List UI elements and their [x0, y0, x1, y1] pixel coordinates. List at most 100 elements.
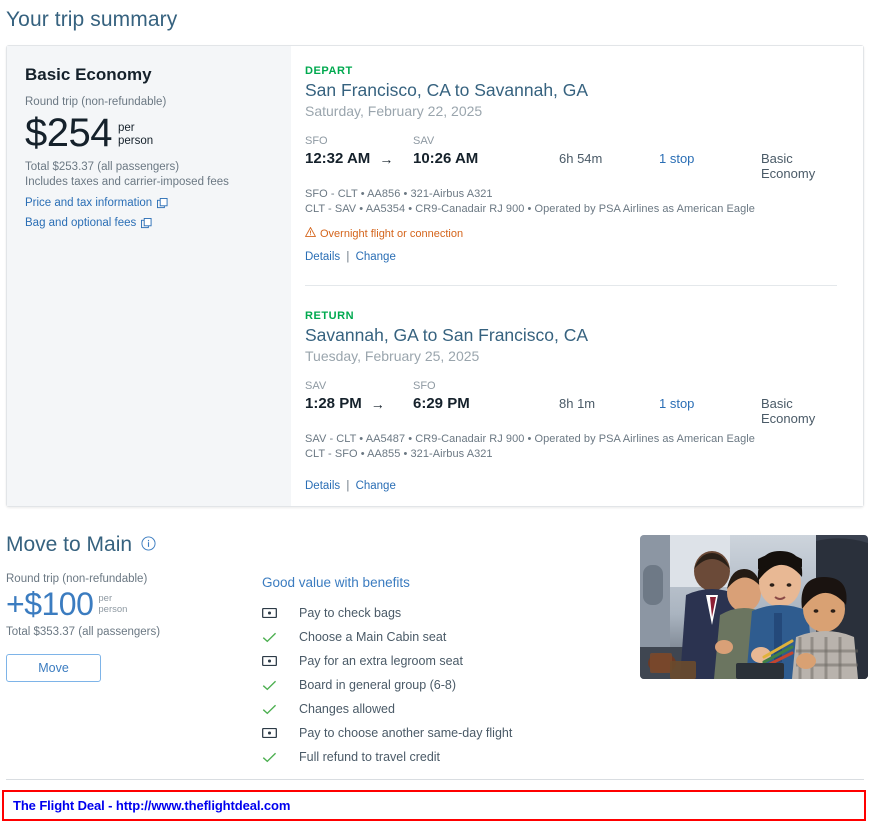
warning-triangle-icon	[305, 227, 316, 240]
overnight-warning-label: Overnight flight or connection	[320, 228, 463, 240]
benefit-label: Pay for an extra legroom seat	[290, 654, 463, 668]
money-icon	[262, 608, 290, 618]
upsell-price: +$100	[6, 589, 93, 619]
details-link-return[interactable]: Details	[305, 480, 340, 492]
money-icon	[262, 656, 290, 666]
benefit-item: Changes allowed	[262, 697, 632, 721]
check-icon	[262, 704, 290, 715]
move-to-main-pricing: Round trip (non-refundable) +$100 per pe…	[6, 573, 262, 769]
itinerary-pane: DEPART San Francisco, CA to Savannah, GA…	[291, 46, 863, 506]
bag-and-optional-fees-link[interactable]: Bag and optional fees	[25, 217, 273, 229]
benefit-item: Pay to check bags	[262, 601, 632, 625]
fare-price-row: $254 per person	[25, 114, 273, 152]
fare-name: Basic Economy	[25, 65, 273, 85]
benefit-item: Pay to choose another same-day flight	[262, 721, 632, 745]
move-to-main-title-label: Move to Main	[6, 533, 132, 557]
money-icon	[262, 728, 290, 738]
upsell-price-unit: per person	[98, 594, 127, 615]
move-to-main-section: Move to Main Round trip (non-refundable)…	[6, 533, 864, 769]
benefit-item: Board in general group (6-8)	[262, 673, 632, 697]
upsell-price-unit-line2: person	[98, 605, 127, 616]
origin-code-depart: SFO	[305, 135, 413, 150]
action-separator: |	[346, 251, 349, 263]
stops-return[interactable]: 1 stop	[659, 396, 761, 411]
flight-deal-banner: The Flight Deal - http://www.theflightde…	[2, 790, 866, 821]
leg-summary-return: SAV SFO 1:28 PM → 6:29 PM 8h 1m 1 stop B…	[305, 380, 837, 426]
info-circle-icon[interactable]	[141, 533, 156, 557]
upsell-trip-type: Round trip (non-refundable)	[6, 573, 262, 585]
fare-includes: Includes taxes and carrier-imposed fees	[25, 176, 273, 188]
leg-summary-depart: SFO SAV 12:32 AM → 10:26 AM 6h 54m 1 sto…	[305, 135, 837, 181]
trip-summary-card: Basic Economy Round trip (non-refundable…	[6, 45, 864, 507]
move-to-main-columns: Round trip (non-refundable) +$100 per pe…	[6, 573, 864, 769]
depart-time-value: 1:28 PM	[305, 395, 362, 412]
benefit-label: Pay to check bags	[290, 606, 401, 620]
leg-actions-depart: Details | Change	[305, 251, 837, 263]
open-in-new-window-icon	[141, 218, 152, 229]
arrow-right-icon: →	[371, 396, 385, 412]
upsell-total: Total $353.37 (all passengers)	[6, 626, 262, 638]
leg-date-depart: Saturday, February 22, 2025	[305, 103, 837, 119]
leg-divider	[305, 285, 837, 286]
fare-price-unit-line1: per	[118, 122, 153, 135]
leg-route-depart: San Francisco, CA to Savannah, GA	[305, 80, 837, 101]
leg-tag-depart: DEPART	[305, 65, 837, 77]
fare-trip-type: Round trip (non-refundable)	[25, 96, 273, 108]
duration-depart: 6h 54m	[559, 151, 659, 166]
segment-detail: CLT - SFO • AA855 • 321-Airbus A321	[305, 448, 837, 460]
leg-actions-return: Details | Change	[305, 480, 837, 492]
bag-and-optional-fees-label: Bag and optional fees	[25, 217, 136, 229]
benefits-title: Good value with benefits	[262, 575, 632, 590]
check-icon	[262, 632, 290, 643]
segment-detail: CLT - SAV • AA5354 • CR9-Canadair RJ 900…	[305, 203, 837, 215]
depart-time-return: 1:28 PM →	[305, 395, 413, 412]
benefit-item: Pay for an extra legroom seat	[262, 649, 632, 673]
fare-price-unit: per person	[118, 122, 153, 148]
fare-pane: Basic Economy Round trip (non-refundable…	[7, 46, 291, 506]
check-icon	[262, 752, 290, 763]
arrive-time-depart: 10:26 AM	[413, 150, 559, 167]
origin-code-return: SAV	[305, 380, 413, 395]
flight-leg-return: RETURN Savannah, GA to San Francisco, CA…	[305, 310, 837, 492]
check-icon	[262, 680, 290, 691]
benefits-list: Good value with benefits Pay to check ba…	[262, 573, 632, 769]
arrive-time-return: 6:29 PM	[413, 395, 559, 412]
fare-total: Total $253.37 (all passengers)	[25, 161, 273, 173]
dest-code-return: SFO	[413, 380, 559, 395]
benefit-item: Full refund to travel credit	[262, 745, 632, 769]
arrow-right-icon: →	[379, 151, 393, 167]
benefit-label: Board in general group (6-8)	[290, 678, 456, 692]
flight-leg-depart: DEPART San Francisco, CA to Savannah, GA…	[305, 65, 837, 263]
benefit-label: Choose a Main Cabin seat	[290, 630, 446, 644]
depart-time-value: 12:32 AM	[305, 150, 370, 167]
footer-divider	[6, 779, 864, 780]
segment-detail: SFO - CLT • AA856 • 321-Airbus A321	[305, 188, 837, 200]
benefit-label: Pay to choose another same-day flight	[290, 726, 512, 740]
action-separator: |	[346, 480, 349, 492]
benefit-label: Changes allowed	[290, 702, 395, 716]
cabin-photo	[640, 535, 868, 679]
benefit-item: Choose a Main Cabin seat	[262, 625, 632, 649]
open-in-new-window-icon	[157, 198, 168, 209]
page-title: Your trip summary	[0, 0, 870, 32]
upsell-price-row: +$100 per person	[6, 589, 262, 619]
change-link-return[interactable]: Change	[356, 480, 396, 492]
flight-deal-banner-text[interactable]: The Flight Deal - http://www.theflightde…	[4, 798, 290, 813]
duration-return: 8h 1m	[559, 396, 659, 411]
details-link-depart[interactable]: Details	[305, 251, 340, 263]
fare-price-unit-line2: person	[118, 135, 153, 148]
depart-time-depart: 12:32 AM →	[305, 150, 413, 167]
overnight-warning-depart: Overnight flight or connection	[305, 227, 837, 240]
benefit-label: Full refund to travel credit	[290, 750, 440, 764]
leg-tag-return: RETURN	[305, 310, 837, 322]
leg-date-return: Tuesday, February 25, 2025	[305, 348, 837, 364]
price-and-tax-information-label: Price and tax information	[25, 197, 152, 209]
move-button[interactable]: Move	[6, 654, 101, 682]
stops-depart[interactable]: 1 stop	[659, 151, 761, 166]
fare-price: $254	[25, 114, 112, 152]
change-link-depart[interactable]: Change	[356, 251, 396, 263]
segment-detail: SAV - CLT • AA5487 • CR9-Canadair RJ 900…	[305, 433, 837, 445]
cabin-return: Basic Economy	[761, 396, 837, 426]
leg-route-return: Savannah, GA to San Francisco, CA	[305, 325, 837, 346]
price-and-tax-information-link[interactable]: Price and tax information	[25, 197, 273, 209]
